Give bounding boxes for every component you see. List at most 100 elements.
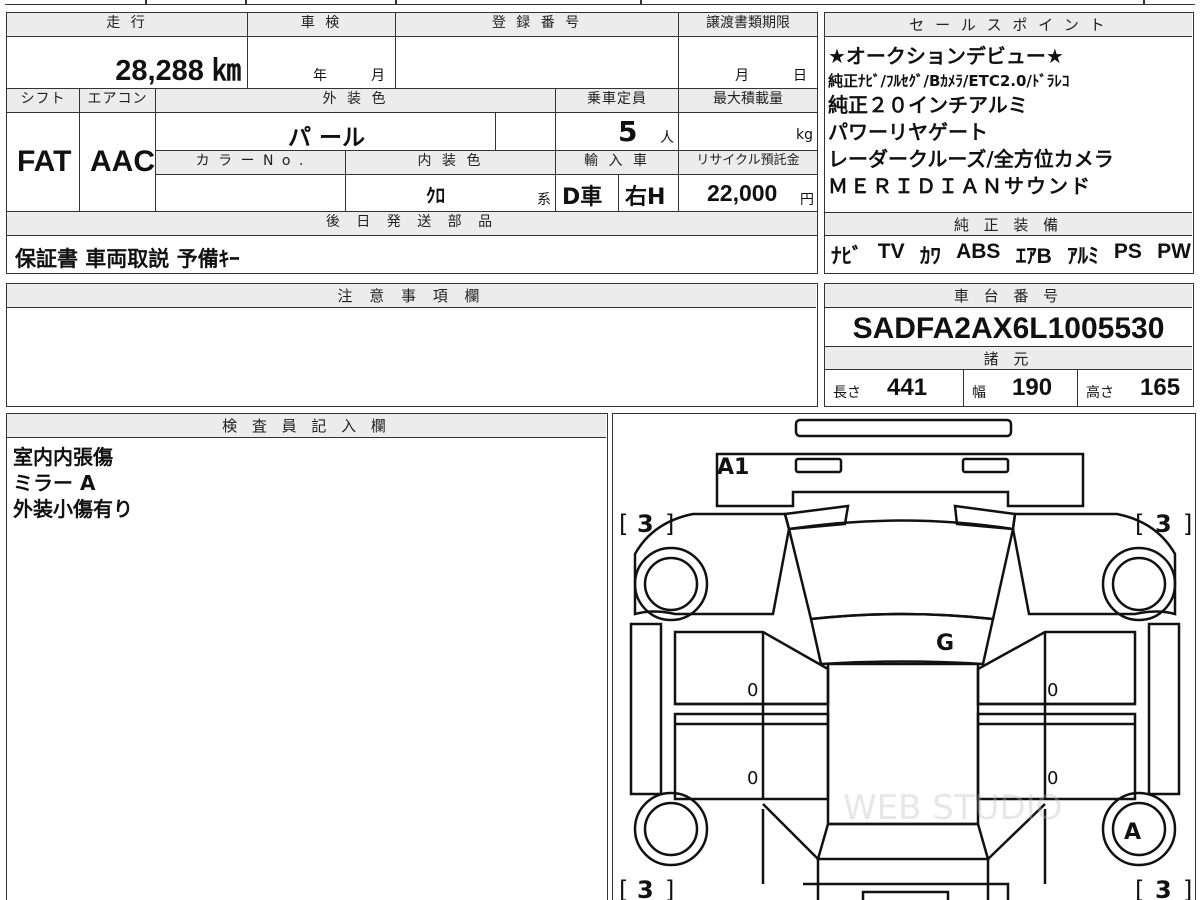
inspection-month-unit: 月 (371, 68, 385, 84)
spec-height-cell: 高さ 165 (1078, 370, 1192, 406)
max-load-unit: kg (796, 127, 813, 143)
inspector-panel: 検 査 員 記 入 欄 室内内張傷 ミラー A 外装小傷有り (6, 413, 608, 900)
recycle-unit: 円 (800, 192, 814, 208)
aircon-label: エアコン (80, 89, 156, 113)
interior-color-value-cell: ｸﾛ 系 (346, 175, 556, 212)
exterior-color-value-cell: パ ール (156, 113, 496, 151)
door-front-left-mark: 0 (747, 680, 758, 701)
equipment-item: PW (1157, 240, 1191, 263)
car-diagram: [ 3 ] [ 3 ] [ 3 ] [ 3 ] 0 0 0 0 A1 G A W… (619, 418, 1192, 900)
front-bumper (715, 452, 1085, 508)
spec-height-label: 高さ (1086, 385, 1114, 401)
inspection-value-cell: 年 月 (248, 37, 396, 89)
chassis-panel: 車 台 番 号 SADFA2AX6L1005530 諸 元 長さ 441 幅 1… (824, 283, 1194, 407)
spec-length-label: 長さ (833, 385, 861, 401)
svg-text:[: [ (1135, 510, 1144, 538)
door-rear-right-mark: 0 (1047, 768, 1058, 789)
damage-diagram-panel: [ 3 ] [ 3 ] [ 3 ] [ 3 ] 0 0 0 0 A1 G A W… (612, 413, 1196, 900)
mark-rear-right-wheel: A (1124, 820, 1141, 845)
equipment-item: ｶﾜ (919, 245, 941, 268)
sales-point-line: ★オークションデビュー★ (828, 44, 1064, 68)
import-type-cell: D車 (556, 175, 619, 212)
equipment-item: ABS (956, 240, 1001, 263)
equipment-item: TV (877, 240, 905, 263)
tire-front-left: 3 (637, 510, 654, 538)
spec-width-cell: 幅 190 (964, 370, 1078, 406)
capacity-label: 乗車定員 (556, 89, 679, 113)
capacity-value-cell: 5 人 (556, 113, 679, 151)
tire-rear-left: 3 (637, 876, 654, 900)
later-parts-value: 保証書 車両取説 予備ｷｰ (15, 247, 240, 271)
max-load-value-cell: kg (679, 113, 817, 151)
recycle-label: リサイクル預託金 (679, 151, 817, 175)
svg-text:]: ] (1183, 876, 1192, 900)
equipment-item: ﾅﾋﾞ (831, 245, 863, 268)
max-load-label: 最大積載量 (679, 89, 817, 113)
inspector-label: 検 査 員 記 入 欄 (7, 414, 606, 438)
tire-front-right: 3 (1155, 510, 1172, 538)
transfer-deadline-cell: 月 日 (679, 37, 817, 89)
interior-color-label: 内 装 色 (346, 151, 556, 175)
shift-label: シフト (7, 89, 80, 113)
door-rear-left-mark: 0 (747, 768, 758, 789)
inspector-notes: 室内内張傷 ミラー A 外装小傷有り (13, 444, 133, 522)
deadline-day-unit: 日 (793, 68, 807, 84)
equipment-item: PS (1113, 240, 1142, 263)
later-parts-label: 後 日 発 送 部 品 (7, 212, 817, 236)
equipment-label: 純 正 装 備 (825, 212, 1192, 236)
chassis-label: 車 台 番 号 (825, 284, 1192, 308)
inspection-year-unit: 年 (313, 68, 327, 84)
svg-text:[: [ (1135, 876, 1144, 900)
capacity-value: 5 (618, 115, 638, 148)
sales-point-line: ＭＥＲＩＤＩＡＮサウンド (828, 174, 1092, 198)
notes-panel: 注 意 事 項 欄 (6, 283, 818, 407)
inspection-label: 車 検 (248, 13, 396, 37)
shift-value: FAT (17, 145, 72, 178)
import-type: D車 (562, 185, 603, 210)
sales-points-list: ★オークションデビュー★ 純正ﾅﾋﾞ/ﾌﾙｾｸﾞ/Bｶﾒﾗ/ETC2.0/ﾄﾞﾗﾚ… (828, 43, 1192, 200)
shift-value-cell: FAT (7, 113, 80, 212)
sales-points-label: セ ー ル ス ポ イ ン ト (825, 13, 1192, 37)
interior-color-suffix: 系 (537, 192, 551, 208)
import-label: 輸 入 車 (556, 151, 679, 175)
exterior-color-value: パ ール (288, 125, 366, 151)
svg-text:]: ] (665, 510, 674, 538)
deadline-month-unit: 月 (735, 68, 749, 84)
svg-text:]: ] (1183, 510, 1192, 538)
mileage-label: 走 行 (7, 13, 248, 37)
equipment-item: ｱﾙﾐ (1067, 245, 1099, 268)
front-top-bar (794, 418, 1013, 438)
door-front-right-mark: 0 (1047, 680, 1058, 701)
color-no-value-cell (156, 175, 346, 212)
spec-length-cell: 長さ 441 (825, 370, 964, 406)
equipment-item: ｴｱB (1015, 245, 1052, 268)
import-steering: 右H (625, 185, 666, 210)
top-strip (5, 0, 1195, 5)
sales-point-line: パワーリヤゲート (828, 120, 988, 144)
exterior-color-extra-cell (496, 113, 556, 151)
interior-color-value: ｸﾛ (426, 185, 446, 207)
spec-height-value: 165 (1140, 374, 1181, 401)
vehicle-info-panel: 走 行 車 検 登 録 番 号 譲渡書類期限 28,288 ㎞ 年 月 月 日 … (6, 12, 818, 274)
inspector-note-line: ミラー A (13, 471, 96, 495)
spec-width-value: 190 (1012, 374, 1053, 401)
color-no-label: カ ラ ー N o . (156, 151, 346, 175)
registration-value-cell (396, 37, 679, 89)
mileage-value: 28,288 ㎞ (115, 55, 241, 87)
watermark: WEB STUDIO (843, 788, 1062, 828)
tire-rear-right: 3 (1155, 876, 1172, 900)
mark-front-bumper: A1 (717, 455, 749, 480)
inspector-note-line: 室内内張傷 (13, 445, 113, 469)
equipment-list: ﾅﾋﾞ TV ｶﾜ ABS ｴｱB ｱﾙﾐ PS PW (831, 240, 1191, 270)
mark-windshield: G (936, 631, 954, 656)
mileage-value-cell: 28,288 ㎞ (7, 37, 248, 89)
recycle-value: 22,000 (707, 180, 778, 206)
import-steering-cell: 右H (619, 175, 679, 212)
sales-point-line: レーダークルーズ/全方位カメラ (828, 147, 1114, 171)
capacity-unit: 人 (660, 130, 674, 146)
sales-point-line: 純正２０インチアルミ (828, 93, 1028, 117)
spec-length-value: 441 (887, 374, 928, 401)
spec-width-label: 幅 (972, 385, 986, 401)
exterior-color-label: 外 装 色 (156, 89, 556, 113)
sales-point-line: 純正ﾅﾋﾞ/ﾌﾙｾｸﾞ/Bｶﾒﾗ/ETC2.0/ﾄﾞﾗﾚｺ (828, 72, 1070, 90)
